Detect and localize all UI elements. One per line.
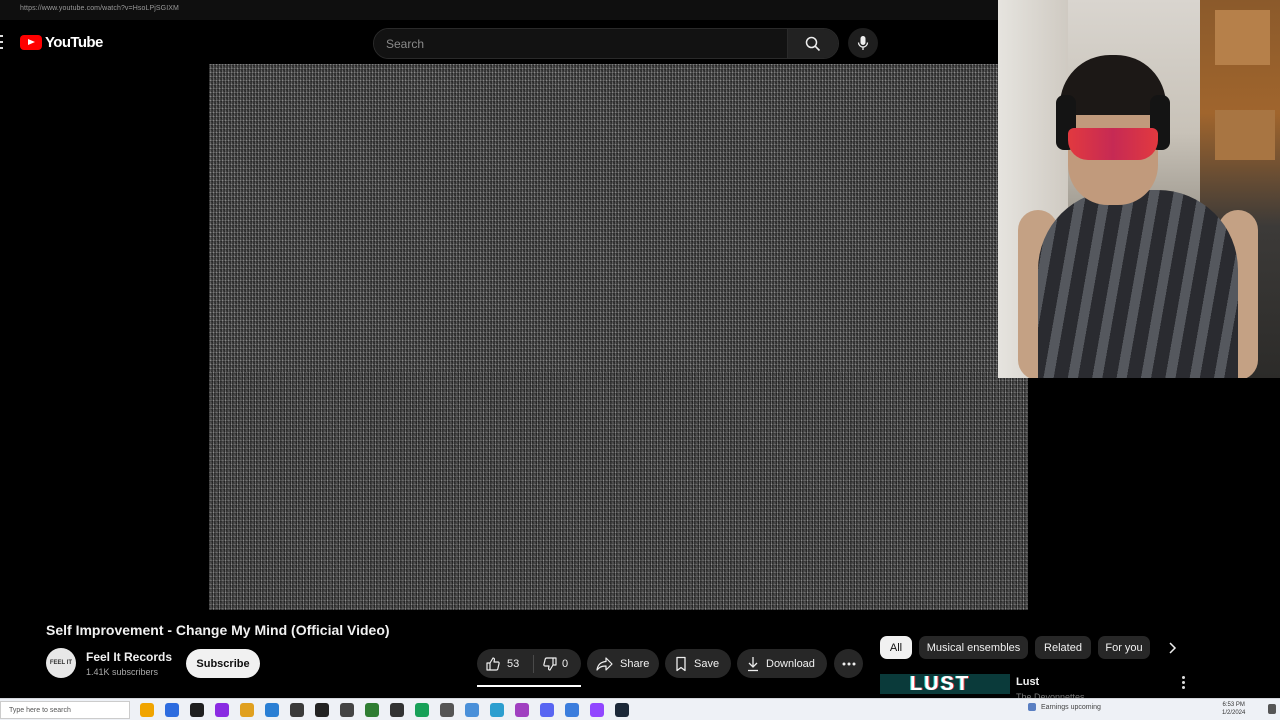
taskbar-app-icon[interactable] [540,703,554,717]
dislike-button[interactable]: 0 [534,656,568,672]
share-button[interactable]: Share [587,649,659,678]
share-label: Share [620,657,650,670]
recommendation-thumbnail[interactable]: LUST [880,674,1010,694]
like-progress-underline [477,685,581,687]
notification-icon[interactable] [1268,704,1276,714]
taskbar-app-icon[interactable] [365,703,379,717]
taskbar-app-icon[interactable] [165,703,179,717]
microphone-icon [857,36,869,50]
youtube-header: YouTube [0,20,1000,64]
recommendation-menu-icon[interactable] [1180,676,1188,692]
taskbar-app-icon[interactable] [190,703,204,717]
download-icon [748,656,758,671]
download-button[interactable]: Download [737,649,827,678]
taskbar-app-icon[interactable] [465,703,479,717]
chip-related[interactable]: Related [1035,636,1091,659]
like-button[interactable]: 53 [477,656,533,672]
news-icon [1028,703,1036,711]
recommendation-title[interactable]: Lust [1016,676,1039,688]
taskbar-app-icon[interactable] [315,703,329,717]
taskbar-app-icon[interactable] [565,703,579,717]
more-actions-button[interactable] [834,649,863,678]
more-horizontal-icon [842,662,855,665]
webcam-overlay [998,0,1280,378]
taskbar-clock[interactable]: 6:53 PM 1/2/2024 [1222,701,1245,717]
taskbar-app-icon[interactable] [440,703,454,717]
windows-taskbar: Type here to search Earnings upcoming 6:… [0,698,1280,720]
taskbar-app-icon[interactable] [415,703,429,717]
chevron-right-icon [1169,641,1177,654]
taskbar-app-icon[interactable] [390,703,404,717]
video-title: Self Improvement - Change My Mind (Offic… [46,622,390,638]
like-count: 53 [507,657,520,670]
thumbnail-text: LUST [910,674,971,694]
chip-all[interactable]: All [880,636,912,659]
taskbar-app-icon[interactable] [215,703,229,717]
taskbar-app-icon[interactable] [590,703,604,717]
download-label: Download [766,657,815,670]
youtube-logo[interactable]: YouTube [20,34,103,51]
search-input[interactable] [374,29,786,58]
taskbar-app-icon[interactable] [265,703,279,717]
search-button[interactable] [787,29,838,58]
taskbar-news-widget[interactable]: Earnings upcoming [1028,703,1101,711]
logo-text: YouTube [45,34,103,51]
dislike-count: 0 [562,657,569,670]
channel-name[interactable]: Feel It Records [86,650,172,664]
clock-date: 1/2/2024 [1222,710,1246,716]
taskbar-app-icon[interactable] [340,703,354,717]
taskbar-app-icon[interactable] [290,703,304,717]
clock-time: 6:53 PM [1222,702,1245,708]
taskbar-app-icon[interactable] [240,703,254,717]
menu-icon[interactable] [0,35,3,49]
avatar-text: FEEL IT [49,660,73,666]
url-text: https://www.youtube.com/watch?v=HsoLPjSG… [20,5,179,12]
youtube-play-icon [20,35,42,50]
thumbs-up-icon [486,656,500,671]
share-icon [596,656,613,671]
taskbar-app-icon[interactable] [615,703,629,717]
channel-avatar[interactable]: FEEL IT [46,648,76,678]
chips-next-button[interactable] [1160,636,1184,659]
like-dislike-group: 53 0 [477,649,581,678]
taskbar-search[interactable]: Type here to search [0,701,130,719]
chip-for-you[interactable]: For you [1098,636,1150,659]
subscribe-button[interactable]: Subscribe [186,649,260,678]
chip-musical-ensembles[interactable]: Musical ensembles [919,636,1028,659]
save-button[interactable]: Save [665,649,731,678]
search-box [373,28,839,59]
bookmark-icon [676,656,686,671]
voice-search-button[interactable] [848,28,878,58]
taskbar-app-icon[interactable] [515,703,529,717]
save-label: Save [694,657,720,670]
taskbar-app-icon[interactable] [140,703,154,717]
video-player[interactable] [209,64,1028,610]
taskbar-app-icon[interactable] [490,703,504,717]
taskbar-apps [140,703,640,717]
news-text: Earnings upcoming [1041,703,1101,711]
video-static-band [209,372,1028,610]
thumbs-down-icon [543,656,557,671]
subscriber-count: 1.41K subscribers [86,667,159,677]
screen: https://www.youtube.com/watch?v=HsoLPjSG… [0,0,1280,720]
search-icon [805,36,821,51]
